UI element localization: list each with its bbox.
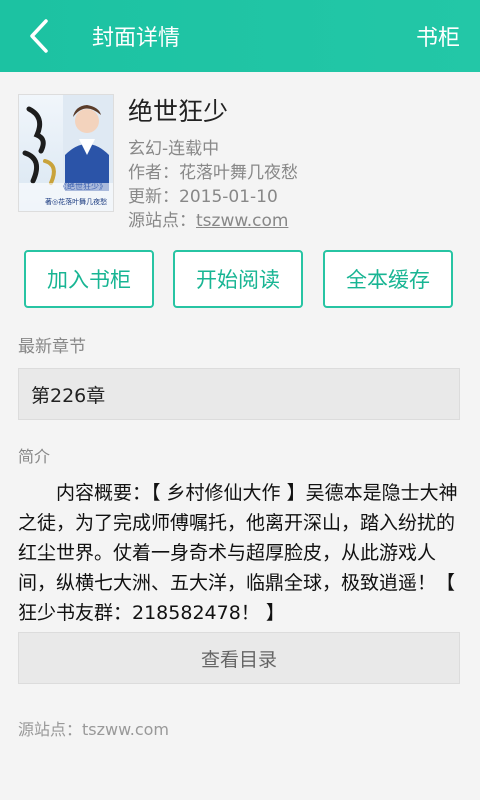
latest-chapter-label: 最新章节 [18,337,86,357]
updated-date: 2015-01-10 [179,187,278,207]
author-label: 作者： [128,163,179,183]
footer-source: 源站点：tszww.com [18,716,169,740]
source-link[interactable]: tszww.com [196,211,288,231]
source-label: 源站点： [128,211,196,231]
updated-label: 更新： [128,187,179,207]
add-to-shelf-button[interactable]: 加入书柜 [24,250,154,308]
book-author: 作者：花落叶舞几夜愁 [128,158,298,183]
cache-all-button[interactable]: 全本缓存 [323,250,453,308]
bookshelf-button[interactable]: 书柜 [416,20,460,52]
app-bar: 封面详情 书柜 [0,0,480,72]
book-source: 源站点：tszww.com [128,206,288,231]
book-updated: 更新：2015-01-10 [128,182,278,207]
view-toc-button[interactable]: 查看目录 [18,632,460,684]
cover-author-line: 著◎花落叶舞几夜愁 [45,198,108,206]
book-title: 绝世狂少 [128,97,229,126]
cover-subtitle: 《绝世狂少》 [59,182,107,191]
author-name: 花落叶舞几夜愁 [179,163,298,183]
book-cover-image [19,95,113,211]
footer-source-label: 源站点： [18,720,83,739]
footer-source-link[interactable]: tszww.com [82,720,169,739]
book-cover: 《绝世狂少》 著◎花落叶舞几夜愁 [18,94,114,212]
page-title: 封面详情 [92,26,181,51]
intro-text: 内容概要：【 乡村修仙大作 】吴德本是隐士大神之徒，为了完成师傅嘱托，他离开深山… [18,482,458,624]
chevron-left-icon[interactable] [26,18,52,54]
latest-chapter-item[interactable]: 第226章 [18,368,460,420]
book-genre-status: 玄幻-连载中 [128,139,220,159]
start-reading-button[interactable]: 开始阅读 [173,250,303,308]
intro-label: 简介 [18,447,51,466]
